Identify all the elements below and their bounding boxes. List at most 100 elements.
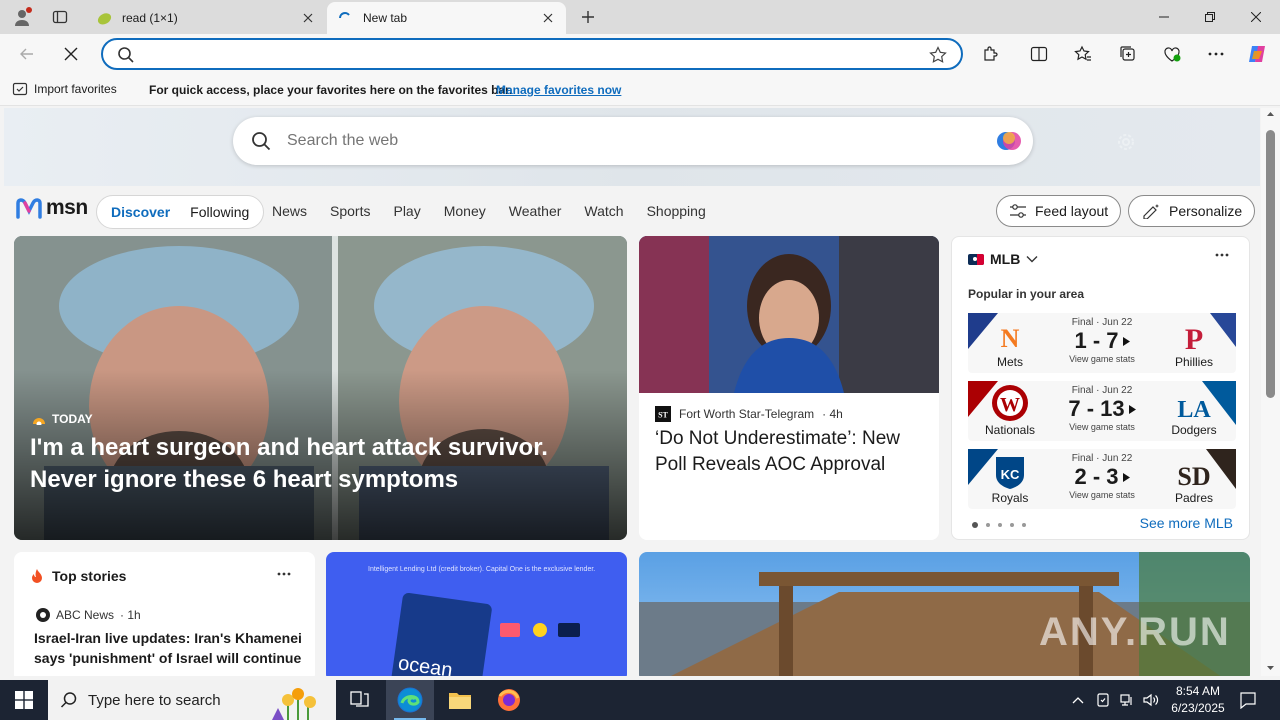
taskbar-search-box[interactable]: Type here to search	[48, 680, 336, 720]
tab-actions-button[interactable]	[46, 4, 74, 30]
back-button[interactable]	[12, 39, 42, 69]
split-screen-button[interactable]	[1024, 39, 1054, 69]
view-game-stats[interactable]: View game stats	[1052, 490, 1152, 500]
nav-sports[interactable]: Sports	[330, 203, 370, 219]
tab-read[interactable]: read (1×1)	[86, 2, 326, 34]
see-more-mlb-link[interactable]: See more MLB	[1140, 515, 1233, 531]
hero-headline[interactable]: I'm a heart surgeon and heart attack sur…	[30, 432, 610, 496]
personalize-button[interactable]: Personalize	[1128, 195, 1256, 227]
notifications-button[interactable]	[1234, 680, 1262, 720]
stop-loading-button[interactable]	[56, 39, 86, 69]
aoc-headline[interactable]: ‘Do Not Underestimate’: New Poll Reveals…	[655, 426, 927, 478]
feed-mode-toggle: Discover Following	[96, 195, 265, 229]
game-row[interactable]: KC Royals Final · Jun 22 2 - 3 View game…	[968, 449, 1236, 509]
favorites-star-list-icon	[1074, 45, 1091, 61]
web-search-box[interactable]	[233, 117, 1033, 165]
more-horizontal-icon[interactable]	[1215, 253, 1229, 257]
network-button[interactable]	[1116, 680, 1138, 720]
settings-more-button[interactable]	[1201, 39, 1231, 69]
show-hidden-icons-button[interactable]	[1068, 680, 1088, 720]
arrow-left-icon	[20, 48, 33, 60]
taskbar-edge-button[interactable]	[386, 680, 434, 720]
collections-icon	[1120, 46, 1135, 61]
top-stories-header[interactable]: Top stories	[30, 568, 126, 584]
msn-logo[interactable]: msn	[16, 196, 88, 220]
task-view-button[interactable]	[336, 680, 384, 720]
pergola-story-card[interactable]: ANY.RUN	[639, 552, 1250, 676]
favorites-bar-message: For quick access, place your favorites h…	[149, 83, 513, 97]
copilot-icon[interactable]	[993, 125, 1025, 157]
scroll-up-icon[interactable]	[1261, 108, 1280, 120]
minimize-button[interactable]	[1141, 0, 1187, 34]
taskbar-clock[interactable]: 8:54 AM 6/23/2025	[1168, 683, 1228, 717]
taskbar-firefox-button[interactable]	[485, 680, 533, 720]
volume-button[interactable]	[1140, 680, 1162, 720]
favorite-star-icon[interactable]	[929, 46, 947, 64]
import-favorites-button[interactable]: Import favorites	[12, 81, 117, 97]
browser-essentials-button[interactable]	[1157, 39, 1187, 69]
tab-following[interactable]: Following	[180, 204, 259, 220]
nav-weather[interactable]: Weather	[509, 203, 562, 219]
windows-logo-icon	[15, 691, 33, 709]
task-view-icon	[350, 691, 369, 707]
top-story-source-name: ABC News	[56, 608, 115, 622]
start-button[interactable]	[0, 680, 48, 720]
view-game-stats[interactable]: View game stats	[1052, 354, 1152, 364]
feed-layout-button[interactable]: Feed layout	[996, 195, 1122, 227]
firefox-icon	[498, 689, 520, 711]
scrollbar-thumb[interactable]	[1266, 130, 1275, 398]
tab-new-tab[interactable]: New tab	[327, 2, 566, 34]
profile-alert-dot	[26, 7, 32, 13]
hero-story-card[interactable]: TODAY I'm a heart surgeon and heart atta…	[14, 236, 627, 540]
restore-button[interactable]	[1187, 0, 1233, 34]
puzzle-icon	[984, 46, 998, 61]
top-story-headline[interactable]: Israel-Iran live updates: Iran's Khamene…	[34, 628, 304, 668]
speaker-icon	[1143, 693, 1159, 707]
profile-button[interactable]	[8, 4, 36, 30]
msn-navigation: msn Discover Following News Sports Play …	[4, 186, 1260, 236]
nav-play[interactable]: Play	[393, 203, 420, 219]
nav-news[interactable]: News	[272, 203, 307, 219]
tab-discover[interactable]: Discover	[101, 204, 180, 220]
tray-device-button[interactable]	[1092, 680, 1114, 720]
sign-in-button[interactable]	[1156, 126, 1236, 158]
manage-favorites-link[interactable]: Manage favorites now	[496, 83, 621, 97]
settings-gear-icon[interactable]	[1116, 132, 1136, 152]
carousel-dots[interactable]	[972, 522, 1026, 528]
capital-one-ad-card[interactable]: Intelligent Lending Ltd (credit broker).…	[326, 552, 627, 676]
close-window-button[interactable]	[1233, 0, 1279, 34]
team-name: Nationals	[984, 423, 1036, 437]
address-bar[interactable]	[101, 38, 963, 70]
scroll-down-icon[interactable]	[1261, 662, 1280, 674]
game-score: Final · Jun 22 2 - 3 View game stats	[1052, 449, 1152, 509]
personalize-label: Personalize	[1169, 203, 1243, 219]
tab-close-button[interactable]	[540, 10, 556, 26]
web-search-input[interactable]	[287, 130, 977, 152]
game-row[interactable]: W Nationals Final · Jun 22 7 - 13 View g…	[968, 381, 1236, 441]
more-horizontal-icon[interactable]	[277, 572, 291, 576]
svg-text:LA: LA	[1177, 397, 1211, 423]
nav-shopping[interactable]: Shopping	[647, 203, 706, 219]
nav-watch[interactable]: Watch	[584, 203, 623, 219]
restore-icon	[1205, 12, 1215, 22]
favorites-button[interactable]	[1068, 39, 1098, 69]
game-row[interactable]: N Mets Final · Jun 22 1 - 7 View game st…	[968, 313, 1236, 373]
address-input[interactable]	[147, 44, 907, 64]
extensions-button[interactable]	[976, 39, 1006, 69]
view-game-stats[interactable]: View game stats	[1052, 422, 1152, 432]
svg-text:W: W	[1000, 394, 1020, 416]
copilot-button[interactable]	[1242, 39, 1272, 69]
svg-text:SD: SD	[1177, 462, 1210, 491]
taskbar-file-explorer-button[interactable]	[436, 680, 484, 720]
aoc-photo	[639, 236, 939, 393]
import-icon	[12, 82, 28, 96]
nav-money[interactable]: Money	[444, 203, 486, 219]
tab-close-button[interactable]	[300, 10, 316, 26]
collections-button[interactable]	[1113, 39, 1143, 69]
mlb-header[interactable]: MLB	[968, 251, 1038, 267]
new-tab-button[interactable]	[576, 5, 600, 29]
aoc-story-card[interactable]: ST Fort Worth Star-Telegram · 4h ‘Do Not…	[639, 236, 939, 540]
page-scrollbar[interactable]	[1261, 108, 1280, 676]
folder-icon	[449, 693, 471, 709]
close-icon	[303, 13, 313, 23]
